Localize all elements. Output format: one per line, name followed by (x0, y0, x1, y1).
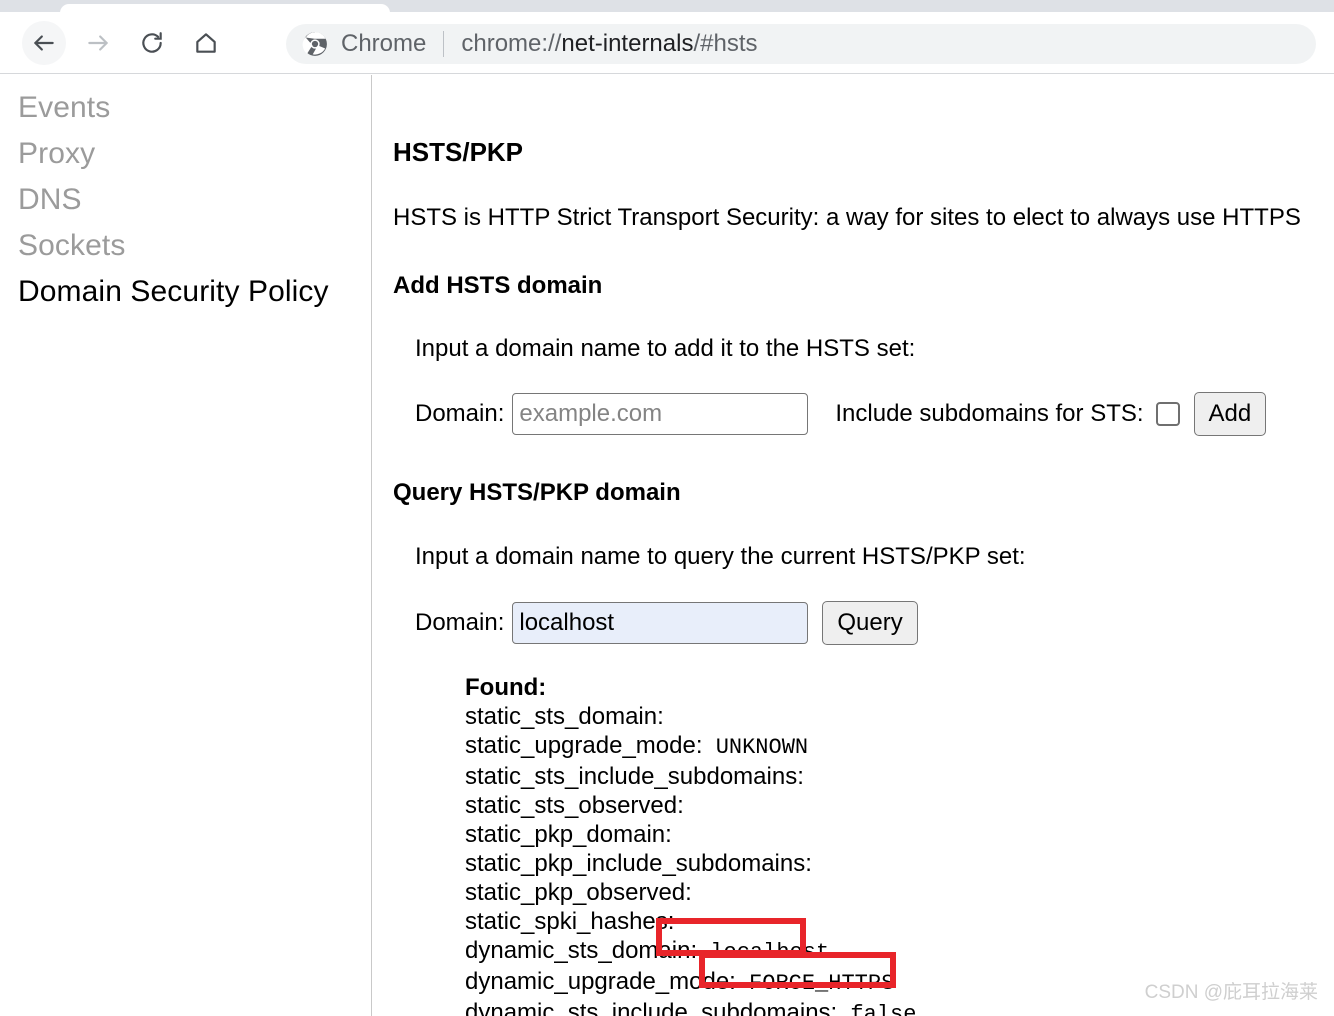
url-scheme: chrome:// (461, 30, 561, 57)
result-key: static_sts_include_subdomains: (465, 763, 804, 790)
include-subdomains-checkbox[interactable] (1156, 402, 1180, 426)
add-domain-label: Domain: (415, 400, 504, 428)
results-rows: static_sts_domain:static_upgrade_mode: U… (465, 702, 1334, 1016)
url-host: net-internals (561, 30, 693, 57)
omnibox-divider (443, 31, 444, 57)
add-domain-input[interactable] (512, 393, 808, 435)
page-description: HSTS is HTTP Strict Transport Security: … (393, 204, 1334, 232)
tab-strip (0, 0, 1334, 12)
query-domain-label: Domain: (415, 609, 504, 637)
result-key: static_pkp_observed: (465, 879, 692, 906)
result-row: static_upgrade_mode: UNKNOWN (465, 731, 1334, 762)
sidebar-item-events[interactable]: Events (0, 85, 371, 131)
page-body: Events Proxy DNS Sockets Domain Security… (0, 75, 1334, 1016)
result-key: static_sts_observed: (465, 792, 684, 819)
browser-tab[interactable] (60, 4, 390, 12)
home-button[interactable] (184, 21, 228, 65)
reload-button[interactable] (130, 21, 174, 65)
sidebar-item-dns[interactable]: DNS (0, 177, 371, 223)
result-row: static_sts_domain: (465, 702, 1334, 731)
add-hsts-prompt: Input a domain name to add it to the HST… (415, 335, 1334, 363)
query-hsts-prompt: Input a domain name to query the current… (415, 543, 1334, 571)
forward-button[interactable] (76, 21, 120, 65)
browser-window: Chrome chrome://net-internals/#hsts Even… (0, 0, 1334, 1016)
main-content: HSTS/PKP HSTS is HTTP Strict Transport S… (373, 75, 1334, 1016)
result-value: localhost (697, 940, 829, 965)
result-key: static_pkp_domain: (465, 821, 672, 848)
forward-arrow-icon (85, 30, 111, 56)
back-button[interactable] (22, 21, 66, 65)
result-key: dynamic_upgrade_mode: (465, 968, 736, 995)
add-hsts-heading: Add HSTS domain (393, 272, 1334, 300)
query-hsts-form: Domain: Query (415, 601, 1334, 645)
result-row: static_sts_include_subdomains: (465, 762, 1334, 791)
add-button[interactable]: Add (1194, 392, 1267, 436)
result-key: dynamic_sts_include_subdomains: (465, 999, 837, 1016)
query-hsts-heading: Query HSTS/PKP domain (393, 479, 1334, 507)
home-icon (193, 30, 219, 56)
browser-toolbar: Chrome chrome://net-internals/#hsts (0, 12, 1334, 74)
result-row: dynamic_sts_domain: localhost (465, 936, 1334, 967)
result-value: UNKNOWN (703, 735, 809, 760)
omnibox-url: chrome://net-internals/#hsts (461, 30, 757, 58)
sidebar-item-domain-security-policy[interactable]: Domain Security Policy (0, 269, 371, 315)
results-found-label: Found: (465, 673, 1334, 702)
result-key: static_upgrade_mode: (465, 732, 703, 759)
result-value: false (837, 1002, 916, 1016)
result-row: static_spki_hashes: (465, 907, 1334, 936)
sidebar-item-proxy[interactable]: Proxy (0, 131, 371, 177)
query-hsts-block: Input a domain name to query the current… (393, 543, 1334, 645)
result-row: static_pkp_include_subdomains: (465, 849, 1334, 878)
reload-icon (139, 30, 165, 56)
result-value: FORCE_HTTPS (736, 971, 894, 996)
omnibox-app-name: Chrome (341, 30, 426, 58)
sidebar-item-sockets[interactable]: Sockets (0, 223, 371, 269)
query-results: Found: static_sts_domain:static_upgrade_… (393, 673, 1334, 1016)
result-key: static_pkp_include_subdomains: (465, 850, 812, 877)
query-domain-input[interactable] (512, 602, 808, 644)
result-key: static_sts_domain: (465, 703, 664, 730)
add-hsts-form: Domain: Include subdomains for STS: Add (415, 392, 1334, 436)
result-row: static_pkp_observed: (465, 878, 1334, 907)
url-fragment: /#hsts (693, 30, 757, 57)
query-button[interactable]: Query (822, 601, 917, 645)
page-title: HSTS/PKP (393, 137, 1334, 168)
chrome-logo-icon (302, 31, 328, 57)
result-key: static_spki_hashes: (465, 908, 674, 935)
result-key: dynamic_sts_domain: (465, 937, 697, 964)
address-bar[interactable]: Chrome chrome://net-internals/#hsts (286, 24, 1316, 64)
add-hsts-block: Input a domain name to add it to the HST… (393, 335, 1334, 436)
result-row: static_sts_observed: (465, 791, 1334, 820)
back-arrow-icon (31, 30, 57, 56)
sidebar-nav: Events Proxy DNS Sockets Domain Security… (0, 75, 372, 1016)
watermark: CSDN @庇耳拉海莱 (1145, 977, 1318, 1004)
include-subdomains-label: Include subdomains for STS: (835, 400, 1143, 428)
tab-strip-empty-area (400, 0, 1334, 12)
result-row: static_pkp_domain: (465, 820, 1334, 849)
